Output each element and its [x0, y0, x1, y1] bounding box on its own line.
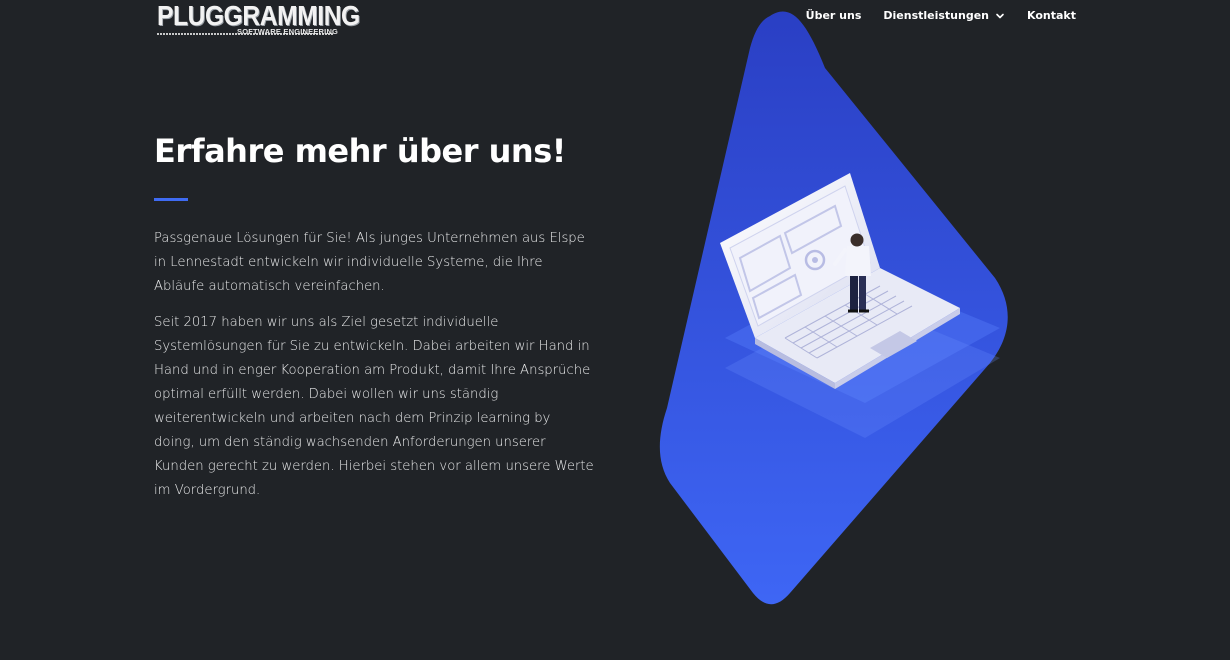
about-paragraph: Seit 2017 haben wir uns als Ziel gesetzt… — [154, 315, 594, 498]
laptop-developer-illustration — [659, 11, 1008, 605]
nav-item-label: Kontakt — [1027, 9, 1076, 22]
intro-paragraph: Passgenaue Lösungen für Sie! Als junges … — [154, 231, 585, 294]
page: PLUGGRAMMING SOFTWARE ENGINEERING Über u… — [0, 0, 1230, 660]
logo[interactable]: PLUGGRAMMING SOFTWARE ENGINEERING — [157, 0, 360, 40]
title-divider — [154, 198, 188, 201]
page-title: Erfahre mehr über uns! — [154, 132, 566, 170]
logo-tagline: SOFTWARE ENGINEERING — [237, 27, 339, 36]
nav-item-kontakt[interactable]: Kontakt — [1027, 9, 1076, 22]
